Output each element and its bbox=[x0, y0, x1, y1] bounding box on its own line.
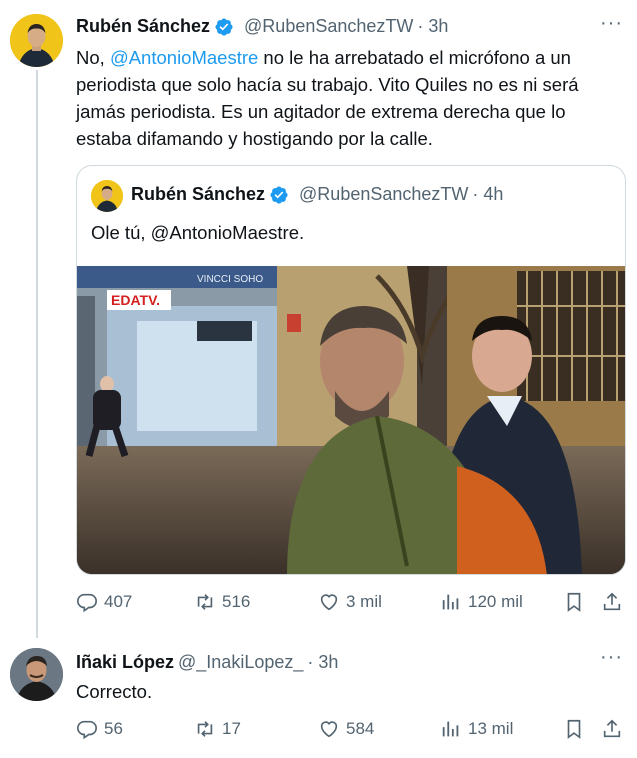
tweet-text-start: No, bbox=[76, 47, 110, 68]
tweet-time[interactable]: · 3h bbox=[307, 652, 338, 673]
verified-badge-icon bbox=[269, 185, 289, 205]
reply-icon bbox=[77, 593, 97, 613]
tweet-header: Iñaki López @_InakiLopez_ · 3h bbox=[76, 652, 338, 673]
retweet-icon bbox=[197, 721, 213, 737]
author-name[interactable]: Rubén Sánchez bbox=[76, 16, 210, 37]
retweet-count: 516 bbox=[222, 592, 251, 611]
reply-icon bbox=[77, 720, 97, 740]
reply-button[interactable]: 407 bbox=[76, 591, 132, 613]
share-button[interactable] bbox=[601, 591, 623, 613]
tweet-header: Rubén Sánchez @RubenSanchezTW · 3h bbox=[76, 16, 448, 37]
retweet-button[interactable]: 516 bbox=[194, 591, 250, 613]
video-logo: EDATV. bbox=[111, 292, 160, 308]
more-options-icon[interactable]: ··· bbox=[600, 646, 623, 669]
quoted-tweet[interactable]: Rubén Sánchez @RubenSanchezTW · 4h Ole t… bbox=[76, 165, 626, 575]
tweet-main[interactable]: Rubén Sánchez @RubenSanchezTW · 3h ··· N… bbox=[0, 0, 637, 640]
quoted-author-name: Rubén Sánchez bbox=[131, 184, 266, 204]
author-name[interactable]: Iñaki López bbox=[76, 652, 174, 673]
quoted-text: Ole tú, @AntonioMaestre. bbox=[91, 222, 305, 243]
reply-button[interactable]: 56 bbox=[76, 718, 123, 740]
video-sign-text: VINCCI SOHO bbox=[197, 274, 263, 285]
bookmark-button[interactable] bbox=[563, 718, 585, 740]
like-button[interactable]: 584 bbox=[318, 718, 374, 740]
mention-link[interactable]: @AntonioMaestre bbox=[110, 47, 258, 68]
retweet-count: 17 bbox=[222, 719, 241, 738]
views-button[interactable]: 120 mil bbox=[440, 591, 523, 613]
heart-icon bbox=[320, 594, 338, 611]
author-handle[interactable]: @RubenSanchezTW bbox=[244, 16, 413, 37]
reply-count: 56 bbox=[104, 719, 123, 738]
quoted-time: · 4h bbox=[472, 184, 504, 204]
share-icon bbox=[603, 592, 621, 611]
video-thumbnail[interactable]: VINCCI SOHO EDATV. bbox=[77, 266, 625, 574]
tweet-text: No, @AntonioMaestre no le ha arrebatado … bbox=[76, 44, 624, 152]
more-options-icon[interactable]: ··· bbox=[600, 12, 623, 35]
author-handle[interactable]: @_InakiLopez_ bbox=[178, 652, 303, 673]
reply-count: 407 bbox=[104, 592, 133, 611]
views-button[interactable]: 13 mil bbox=[440, 718, 513, 740]
tweet-actions: 407 516 3 mil 120 mil bbox=[76, 591, 624, 617]
quoted-author-handle: @RubenSanchezTW bbox=[299, 184, 469, 204]
tweet-time[interactable]: · 3h bbox=[417, 16, 448, 37]
views-icon bbox=[442, 594, 459, 610]
like-button[interactable]: 3 mil bbox=[318, 591, 382, 613]
quoted-avatar[interactable] bbox=[91, 180, 123, 212]
retweet-button[interactable]: 17 bbox=[194, 718, 241, 740]
share-icon bbox=[603, 719, 621, 738]
views-count: 120 mil bbox=[468, 592, 523, 611]
tweet-reply[interactable]: Iñaki López @_InakiLopez_ · 3h ··· Corre… bbox=[0, 640, 637, 758]
like-count: 3 mil bbox=[346, 592, 382, 611]
views-icon bbox=[442, 721, 459, 737]
heart-icon bbox=[320, 721, 338, 738]
avatar[interactable] bbox=[10, 648, 63, 701]
avatar[interactable] bbox=[10, 14, 63, 67]
bookmark-icon bbox=[567, 592, 581, 612]
share-button[interactable] bbox=[601, 718, 623, 740]
tweet-text: Correcto. bbox=[76, 681, 153, 702]
like-count: 584 bbox=[346, 719, 375, 738]
tweet-actions: 56 17 584 13 mil bbox=[76, 718, 624, 744]
bookmark-button[interactable] bbox=[563, 591, 585, 613]
verified-badge-icon bbox=[214, 17, 234, 37]
retweet-icon bbox=[197, 594, 213, 610]
bookmark-icon bbox=[567, 719, 581, 739]
views-count: 13 mil bbox=[468, 719, 514, 738]
quoted-header: Rubén Sánchez @RubenSanchezTW · 4h bbox=[131, 184, 503, 205]
